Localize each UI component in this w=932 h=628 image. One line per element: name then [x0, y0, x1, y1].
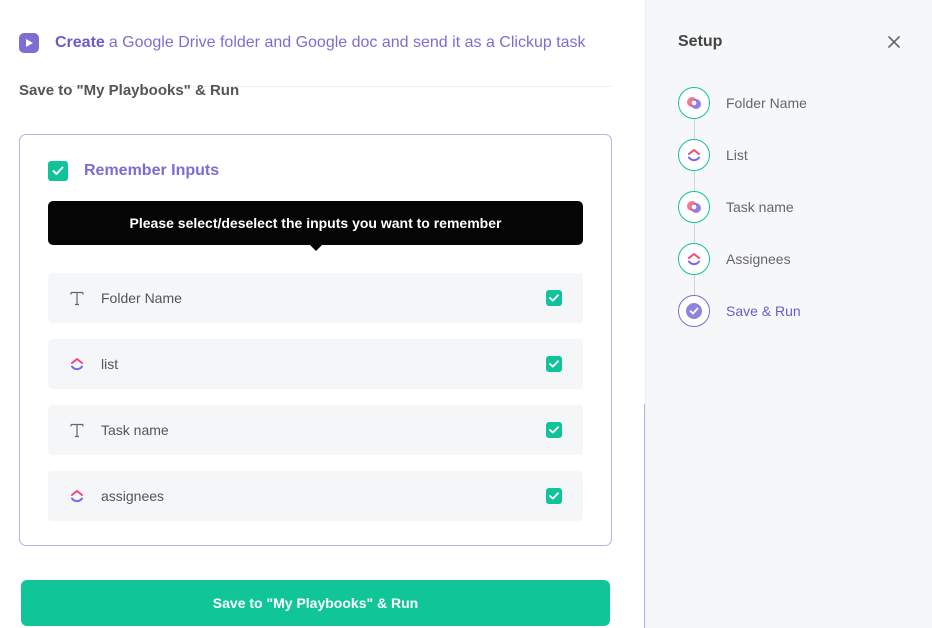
main-panel: Create a Google Drive folder and Google d… — [0, 0, 645, 628]
google-drive-app-icon — [678, 87, 710, 119]
create-label: Create — [55, 34, 105, 51]
clickup-icon — [68, 355, 86, 373]
input-label: assignees — [101, 488, 165, 504]
setup-step-folder-name[interactable]: Folder Name — [678, 87, 807, 119]
clickup-icon — [68, 487, 86, 505]
step-label: List — [726, 147, 748, 163]
tooltip: Please select/deselect the inputs you wa… — [48, 201, 583, 251]
text-type-icon — [68, 421, 86, 439]
remember-inputs-row[interactable]: Remember Inputs — [48, 161, 219, 181]
play-icon — [19, 33, 39, 53]
input-row-folder-name: Folder Name — [48, 273, 583, 323]
input-label: Folder Name — [101, 290, 182, 306]
input-row-assignees: assignees — [48, 471, 583, 521]
assignees-checkbox[interactable] — [546, 488, 562, 504]
remember-inputs-card: Remember Inputs Please select/deselect t… — [19, 134, 612, 546]
clickup-icon — [678, 139, 710, 171]
remember-inputs-checkbox[interactable] — [48, 161, 68, 181]
playbook-title: Create a Google Drive folder and Google d… — [55, 34, 586, 52]
step-label: Assignees — [726, 251, 791, 267]
setup-title: Setup — [678, 33, 723, 50]
setup-step-list[interactable]: List — [678, 139, 748, 171]
save-and-run-button[interactable]: Save to "My Playbooks" & Run — [21, 580, 610, 626]
input-row-task-name: Task name — [48, 405, 583, 455]
list-checkbox[interactable] — [546, 356, 562, 372]
input-label: Task name — [101, 422, 169, 438]
text-type-icon — [68, 289, 86, 307]
setup-step-task-name[interactable]: Task name — [678, 191, 794, 223]
folder-name-checkbox[interactable] — [546, 290, 562, 306]
close-icon[interactable] — [887, 35, 901, 49]
check-circle-icon — [678, 295, 710, 327]
tooltip-text: Please select/deselect the inputs you wa… — [129, 215, 502, 231]
setup-step-assignees[interactable]: Assignees — [678, 243, 791, 275]
clickup-icon — [678, 243, 710, 275]
step-label: Folder Name — [726, 95, 807, 111]
step-label: Save & Run — [726, 303, 801, 319]
google-drive-app-icon — [678, 191, 710, 223]
setup-panel: Setup Folder Name List Task name Assigne… — [645, 0, 932, 628]
playbook-header: Create a Google Drive folder and Google d… — [19, 28, 612, 58]
input-label: list — [101, 356, 119, 372]
section-heading: Save to "My Playbooks" & Run — [19, 82, 240, 99]
setup-step-save-and-run[interactable]: Save & Run — [678, 295, 801, 327]
playbook-title-text: a Google Drive folder and Google doc and… — [108, 34, 586, 51]
step-label: Task name — [726, 199, 794, 215]
input-row-list: list — [48, 339, 583, 389]
task-name-checkbox[interactable] — [546, 422, 562, 438]
remember-inputs-label: Remember Inputs — [84, 162, 220, 179]
